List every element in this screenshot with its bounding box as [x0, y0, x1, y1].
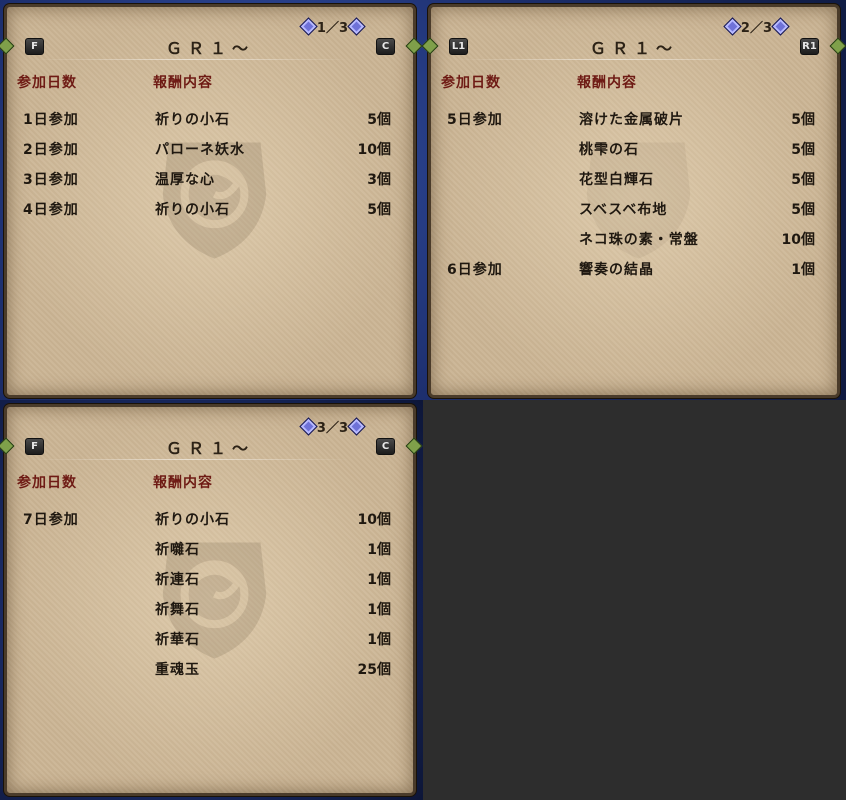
reward-row: 桃雫の石 5個	[431, 135, 837, 165]
reward-panel-page-3: 3／3 F C ＧＲ１～ 参加日数 報酬内容 7日参加 祈りの小石 10個 祈囃…	[0, 404, 423, 796]
page-prev-icon[interactable]	[723, 16, 742, 36]
reward-qty: 1個	[367, 572, 391, 588]
reward-item: 祈囃石	[155, 542, 200, 558]
panel-title: ＧＲ１～	[165, 39, 254, 58]
reward-row: 祈囃石 1個	[7, 535, 413, 565]
panel-title: ＧＲ１～	[165, 439, 254, 458]
column-header-reward: 報酬内容	[153, 75, 213, 91]
reward-day: 5日参加	[447, 112, 503, 128]
reward-item: パローネ妖水	[155, 142, 245, 158]
reward-item: ネコ珠の素・常盤	[579, 232, 699, 248]
reward-row: 祈連石 1個	[7, 565, 413, 595]
reward-qty: 10個	[357, 142, 391, 158]
page-next-icon[interactable]	[771, 16, 790, 36]
title-divider	[455, 59, 777, 60]
reward-item: 桃雫の石	[579, 142, 639, 158]
reward-day: 7日参加	[23, 512, 79, 528]
reward-qty: 1個	[367, 602, 391, 618]
reward-qty: 5個	[791, 112, 815, 128]
reward-row: 4日参加 祈りの小石 5個	[7, 195, 413, 225]
reward-day: 4日参加	[23, 202, 79, 218]
reward-item: 祈舞石	[155, 602, 200, 618]
reward-qty: 5個	[367, 202, 391, 218]
column-header-day: 参加日数	[17, 75, 77, 91]
reward-item: 祈連石	[155, 572, 200, 588]
reward-row: 5日参加 溶けた金属破片 5個	[431, 105, 837, 135]
reward-list: 7日参加 祈りの小石 10個 祈囃石 1個 祈連石 1個 祈舞石 1個 祈華石 …	[7, 505, 413, 685]
reward-day: 6日参加	[447, 262, 503, 278]
title-divider	[31, 59, 353, 60]
reward-day: 3日参加	[23, 172, 79, 188]
page-indicator: 2／3	[723, 16, 790, 36]
reward-item: 溶けた金属破片	[579, 112, 684, 128]
reward-item: 祈りの小石	[155, 202, 230, 218]
title-divider	[31, 459, 353, 460]
reward-item: 祈りの小石	[155, 112, 230, 128]
reward-qty: 10個	[781, 232, 815, 248]
reward-qty: 10個	[357, 512, 391, 528]
page-number: 2／3	[740, 20, 772, 36]
reward-item: 花型白輝石	[579, 172, 654, 188]
reward-qty: 1個	[367, 632, 391, 648]
reward-row: 3日参加 温厚な心 3個	[7, 165, 413, 195]
column-header-reward: 報酬内容	[577, 75, 637, 91]
reward-row: 花型白輝石 5個	[431, 165, 837, 195]
page-prev-icon[interactable]	[299, 416, 318, 436]
reward-qty: 5個	[791, 202, 815, 218]
reward-item: 祈華石	[155, 632, 200, 648]
column-header-day: 参加日数	[441, 75, 501, 91]
reward-day: 1日参加	[23, 112, 79, 128]
reward-row: スベスベ布地 5個	[431, 195, 837, 225]
reward-row: 2日参加 パローネ妖水 10個	[7, 135, 413, 165]
reward-list: 1日参加 祈りの小石 5個 2日参加 パローネ妖水 10個 3日参加 温厚な心 …	[7, 105, 413, 225]
reward-qty: 5個	[791, 172, 815, 188]
page-indicator: 1／3	[299, 16, 366, 36]
reward-item: スベスベ布地	[579, 202, 668, 218]
column-header-day: 参加日数	[17, 475, 77, 491]
reward-qty: 25個	[357, 662, 391, 678]
reward-row: 7日参加 祈りの小石 10個	[7, 505, 413, 535]
reward-qty: 1個	[791, 262, 815, 278]
reward-day: 2日参加	[23, 142, 79, 158]
page-next-icon[interactable]	[347, 16, 366, 36]
reward-item: 温厚な心	[155, 172, 215, 188]
page-number: 1／3	[316, 20, 348, 36]
reward-row: 重魂玉 25個	[7, 655, 413, 685]
page-next-icon[interactable]	[347, 416, 366, 436]
reward-item: 祈りの小石	[155, 512, 230, 528]
reward-panel-page-1: 1／3 F C ＧＲ１～ 参加日数 報酬内容 1日参加 祈りの小石 5個 2日参…	[0, 4, 423, 398]
reward-row: 祈華石 1個	[7, 625, 413, 655]
reward-item: 響奏の結晶	[579, 262, 654, 278]
reward-qty: 1個	[367, 542, 391, 558]
panel-title: ＧＲ１～	[589, 39, 678, 58]
reward-qty: 5個	[367, 112, 391, 128]
page-indicator: 3／3	[299, 416, 366, 436]
reward-row: 1日参加 祈りの小石 5個	[7, 105, 413, 135]
page-prev-icon[interactable]	[299, 16, 318, 36]
reward-row: 6日参加 響奏の結晶 1個	[431, 255, 837, 285]
reward-qty: 5個	[791, 142, 815, 158]
reward-qty: 3個	[367, 172, 391, 188]
reward-row: ネコ珠の素・常盤 10個	[431, 225, 837, 255]
reward-item: 重魂玉	[155, 662, 200, 678]
reward-list: 5日参加 溶けた金属破片 5個 桃雫の石 5個 花型白輝石 5個 スベスベ布地 …	[431, 105, 837, 285]
page-number: 3／3	[316, 420, 348, 436]
column-header-reward: 報酬内容	[153, 475, 213, 491]
reward-panel-page-2: 2／3 L1 R1 ＧＲ１～ 参加日数 報酬内容 5日参加 溶けた金属破片 5個…	[421, 4, 846, 398]
reward-row: 祈舞石 1個	[7, 595, 413, 625]
